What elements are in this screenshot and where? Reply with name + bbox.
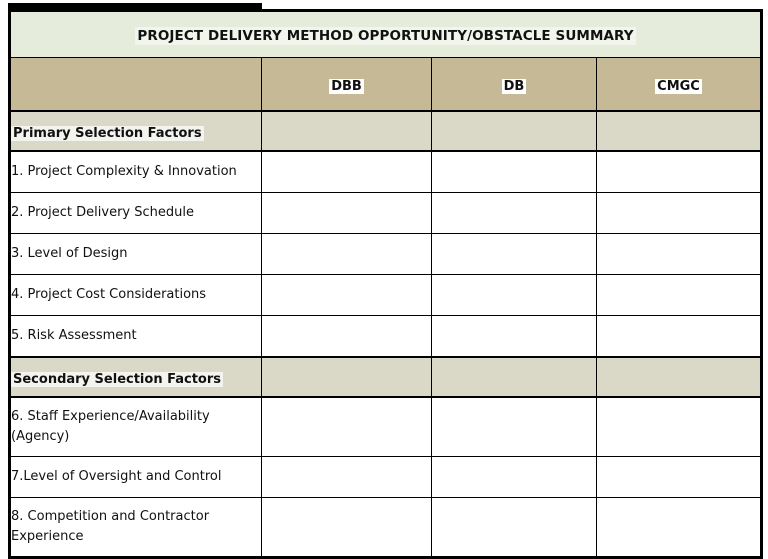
table-row: 2. Project Delivery Schedule: [9, 192, 763, 234]
cell-cmgc[interactable]: [595, 456, 763, 498]
factor-label-cell: 2. Project Delivery Schedule: [9, 192, 262, 234]
cell-cmgc[interactable]: [595, 497, 763, 558]
cell-dbb[interactable]: [261, 150, 432, 193]
table-title-row: PROJECT DELIVERY METHOD OPPORTUNITY/OBST…: [8, 10, 763, 58]
cell-cmgc: [595, 356, 763, 398]
cell-db[interactable]: [431, 150, 597, 193]
table-row: 1. Project Complexity & Innovation: [9, 150, 763, 193]
factor-label-cell: 3. Level of Design: [9, 233, 262, 275]
cell-db[interactable]: [431, 456, 597, 498]
delivery-method-summary-table: PROJECT DELIVERY METHOD OPPORTUNITY/OBST…: [8, 9, 764, 559]
cell-cmgc[interactable]: [595, 192, 763, 234]
section-header-row: Primary Selection Factors: [9, 110, 763, 152]
page-canvas: PROJECT DELIVERY METHOD OPPORTUNITY/OBST…: [0, 0, 768, 559]
factor-label-cell: 4. Project Cost Considerations: [9, 274, 262, 316]
factor-label-cell: 7.Level of Oversight and Control: [9, 456, 262, 498]
section-header-row: Secondary Selection Factors: [9, 356, 763, 398]
cell-cmgc[interactable]: [595, 150, 763, 193]
cell-db[interactable]: [431, 274, 597, 316]
cell-cmgc: [595, 110, 763, 152]
section-label: Secondary Selection Factors: [11, 371, 223, 387]
cell-db: [431, 356, 597, 398]
page-title: PROJECT DELIVERY METHOD OPPORTUNITY/OBST…: [135, 26, 636, 45]
table-row: 7.Level of Oversight and Control: [9, 456, 763, 498]
header-label-dbb: DBB: [329, 78, 364, 94]
cell-db[interactable]: [431, 315, 597, 358]
cell-dbb: [261, 110, 432, 152]
cell-dbb[interactable]: [261, 274, 432, 316]
cell-cmgc[interactable]: [595, 274, 763, 316]
header-label-cmgc: CMGC: [655, 78, 702, 94]
section-label-cell: Primary Selection Factors: [9, 110, 262, 152]
section-label-cell: Secondary Selection Factors: [9, 356, 262, 398]
factor-label-cell: 8. Competition and Contractor Experience: [9, 497, 262, 558]
cell-dbb: [261, 356, 432, 398]
table-body: PROJECT DELIVERY METHOD OPPORTUNITY/OBST…: [8, 10, 763, 558]
table-row: 8. Competition and Contractor Experience: [9, 497, 763, 558]
cell-dbb[interactable]: [261, 456, 432, 498]
cell-dbb[interactable]: [261, 233, 432, 275]
cell-db[interactable]: [431, 233, 597, 275]
cell-db[interactable]: [431, 192, 597, 234]
factor-label-cell: 5. Risk Assessment: [9, 315, 262, 358]
cell-db[interactable]: [431, 396, 597, 457]
table-row: 4. Project Cost Considerations: [9, 274, 763, 316]
factor-label-cell: 6. Staff Experience/Availability (Agency…: [9, 396, 262, 457]
header-cell-label: [9, 57, 262, 112]
cell-dbb[interactable]: [261, 315, 432, 358]
cell-cmgc[interactable]: [595, 315, 763, 358]
cell-db[interactable]: [431, 497, 597, 558]
header-cell-dbb: DBB: [261, 57, 432, 112]
cell-dbb[interactable]: [261, 192, 432, 234]
table-row: 6. Staff Experience/Availability (Agency…: [9, 396, 763, 457]
section-label: Primary Selection Factors: [11, 125, 204, 141]
cell-dbb[interactable]: [261, 396, 432, 457]
table-row: 3. Level of Design: [9, 233, 763, 275]
header-cell-db: DB: [431, 57, 597, 112]
factor-label-cell: 1. Project Complexity & Innovation: [9, 150, 262, 193]
table-row: 5. Risk Assessment: [9, 315, 763, 358]
cell-dbb[interactable]: [261, 497, 432, 558]
cell-db: [431, 110, 597, 152]
table-title-cell: PROJECT DELIVERY METHOD OPPORTUNITY/OBST…: [8, 10, 763, 58]
header-cell-cmgc: CMGC: [595, 57, 763, 112]
cell-cmgc[interactable]: [595, 396, 763, 457]
table-header-row: DBB DB CMGC: [9, 57, 763, 112]
header-label-db: DB: [501, 78, 527, 94]
cell-cmgc[interactable]: [595, 233, 763, 275]
